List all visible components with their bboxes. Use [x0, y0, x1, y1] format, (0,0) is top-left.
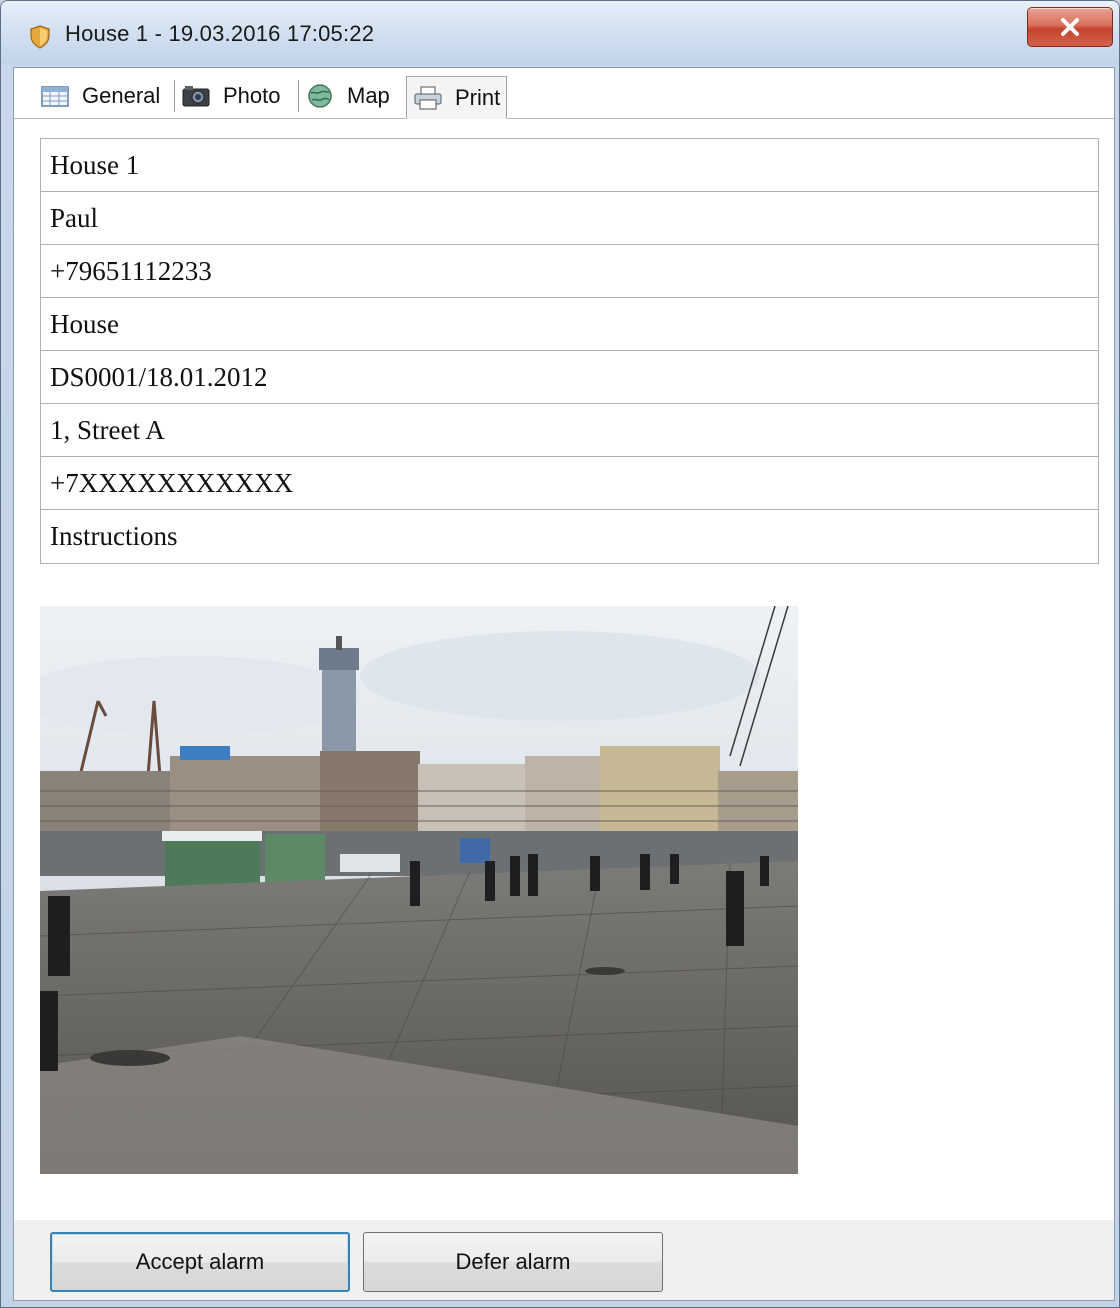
tab-separator: [174, 80, 175, 112]
tab-photo[interactable]: Photo: [181, 74, 281, 118]
tab-map[interactable]: Map: [305, 74, 390, 118]
tab-separator: [298, 80, 299, 112]
info-row-contact-name: Paul: [41, 192, 1098, 245]
table-icon: [41, 86, 69, 107]
tab-general-label: General: [82, 83, 161, 108]
accept-alarm-button[interactable]: Accept alarm: [50, 1232, 350, 1292]
button-bar: Accept alarm Defer alarm: [14, 1220, 1114, 1300]
window-title: House 1 - 19.03.2016 17:05:22: [65, 21, 375, 46]
tab-general[interactable]: General: [40, 74, 160, 118]
info-row-object-type: House: [41, 298, 1098, 351]
shield-icon: [30, 25, 50, 49]
tab-print[interactable]: Print: [406, 76, 508, 119]
street-scene-photo: [40, 606, 798, 1174]
defer-alarm-button[interactable]: Defer alarm: [363, 1232, 663, 1292]
printer-icon: [414, 86, 442, 109]
tab-photo-label: Photo: [223, 83, 281, 108]
close-button[interactable]: [1027, 7, 1113, 47]
title-bar[interactable]: House 1 - 19.03.2016 17:05:22: [1, 1, 1119, 65]
close-icon: [1061, 18, 1079, 36]
content-panel: General Photo Map Print House 1 Paul +79…: [13, 67, 1115, 1301]
tab-print-label: Print: [455, 84, 501, 110]
info-row-contact-phone: +79651112233: [41, 245, 1098, 298]
camera-icon: [182, 86, 210, 107]
globe-icon: [308, 84, 332, 108]
alarm-window: House 1 - 19.03.2016 17:05:22 General Ph…: [0, 0, 1120, 1308]
info-row-instructions: Instructions: [50, 521, 178, 551]
info-row-device-phone: +7XXXXXXXXXXX: [41, 457, 1098, 510]
info-row-object: House 1: [41, 139, 1098, 192]
tab-map-label: Map: [347, 83, 390, 108]
info-table: House 1 Paul +79651112233 House DS0001/1…: [40, 138, 1099, 564]
info-row-address: 1, Street A: [41, 404, 1098, 457]
tab-strip: General Photo Map Print: [14, 68, 1114, 119]
info-row-contract: DS0001/18.01.2012: [41, 351, 1098, 404]
